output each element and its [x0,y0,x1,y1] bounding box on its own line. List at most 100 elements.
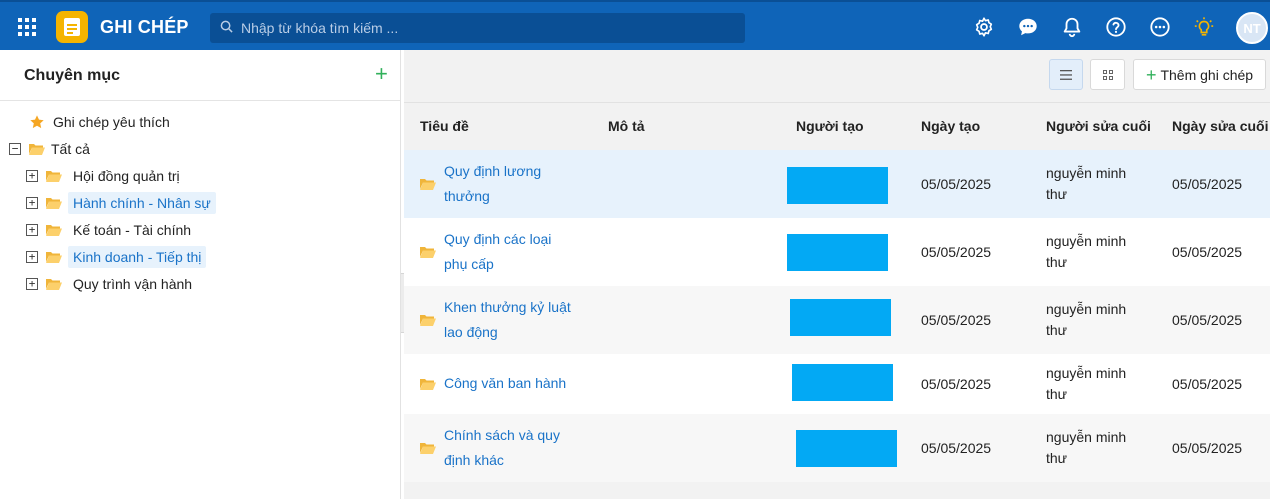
search-icon [220,20,233,36]
column-header-creator[interactable]: Người tạo [796,118,864,134]
folder-open-icon [420,443,436,454]
chat-icon[interactable] [1017,16,1039,38]
folder-open-icon [420,247,436,258]
tree-item-category-2[interactable]: + Kế toán - Tài chính [26,217,196,243]
tree-item-category-4[interactable]: + Quy trình vận hành [26,271,197,297]
last-editor: nguyễn minh thư [1046,363,1126,405]
last-editor-line: thư [1046,254,1068,270]
expand-toggle[interactable]: + [26,197,38,209]
last-editor-line: nguyễn minh [1046,301,1127,317]
column-header-created-date[interactable]: Ngày tạo [921,118,980,134]
created-date: 05/05/2025 [921,440,992,456]
tree-item-all[interactable]: − Tất cả [9,136,95,162]
tree-item-label: Hội đồng quản trị [73,168,180,184]
table-row[interactable]: Khen thưởng kỷ luật lao động 05/05/2025 … [404,286,1270,354]
table-row[interactable]: Công văn ban hành 05/05/2025 nguyễn minh… [404,354,1270,414]
grid-view-button[interactable] [1090,59,1125,90]
sidebar-title: Chuyên mục [24,67,121,84]
search-input[interactable] [241,20,721,36]
column-header-title[interactable]: Tiêu đề [420,118,469,134]
last-editor-line: thư [1046,386,1068,402]
note-title-link[interactable]: Chính sách và quy định khác [444,423,560,473]
creator-redacted [787,167,888,204]
folder-open-icon [420,179,436,190]
sidebar-header: Chuyên mục + [0,50,400,101]
creator-redacted [790,299,891,336]
last-editor-line: nguyễn minh [1046,165,1127,181]
last-editor-line: thư [1046,322,1068,338]
grid-icon [1102,69,1113,80]
bell-icon[interactable] [1061,16,1083,38]
folder-open-icon [29,144,45,155]
creator-redacted [792,364,893,401]
note-title-line: Chính sách và quy [444,427,560,443]
folder-open-icon [46,225,62,236]
folder-open-icon [46,198,62,209]
top-bar: GHI CHÉP NT [0,0,1270,50]
column-header-last-editor[interactable]: Người sửa cuối [1046,118,1151,134]
expand-toggle[interactable]: + [26,278,38,290]
note-title-line: thưởng [444,188,490,204]
list-view-button[interactable] [1049,59,1083,90]
expand-toggle[interactable]: + [26,170,38,182]
expand-toggle[interactable]: + [26,224,38,236]
note-title-line: định khác [444,452,504,468]
tree-item-label: Ghi chép yêu thích [53,114,170,130]
last-editor-line: nguyễn minh [1046,365,1127,381]
last-editor-line: nguyễn minh [1046,233,1127,249]
user-avatar[interactable]: NT [1236,12,1268,44]
notes-logo-icon[interactable] [56,11,88,43]
tree-item-label: Hành chính - Nhân sự [68,192,216,214]
column-header-modified-date[interactable]: Ngày sửa cuối [1172,118,1269,134]
add-note-button[interactable]: + Thêm ghi chép [1133,59,1266,90]
note-title-link[interactable]: Khen thưởng kỷ luật lao động [444,295,571,345]
list-icon [1060,69,1072,80]
last-editor: nguyễn minh thư [1046,231,1126,273]
search-box[interactable] [210,13,745,43]
modified-date: 05/05/2025 [1172,244,1243,260]
table-row[interactable]: Quy định các loại phụ cấp 05/05/2025 ngu… [404,218,1270,286]
folder-open-icon [420,379,436,390]
last-editor-line: thư [1046,450,1068,466]
note-title-link[interactable]: Quy định lương thưởng [444,159,541,209]
category-sidebar: Chuyên mục + Ghi chép yêu thích − Tất cả… [0,50,401,499]
folder-open-icon [46,171,62,182]
tree-item-label: Kế toán - Tài chính [73,222,192,238]
tree-item-favorites[interactable]: Ghi chép yêu thích [29,109,175,135]
note-title-link[interactable]: Công văn ban hành [444,371,566,396]
note-title-link[interactable]: Quy định các loại phụ cấp [444,227,551,277]
created-date: 05/05/2025 [921,312,992,328]
table-row[interactable]: Quy định lương thưởng 05/05/2025 nguyễn … [404,150,1270,218]
creator-redacted [796,430,897,467]
folder-open-icon [420,315,436,326]
tree-item-category-0[interactable]: + Hội đồng quản trị [26,163,185,189]
note-title-line: lao động [444,324,498,340]
column-header-description[interactable]: Mô tả [608,118,645,134]
note-title-line: Quy định các loại [444,231,552,247]
modified-date: 05/05/2025 [1172,176,1243,192]
app-launcher-icon[interactable] [18,18,36,36]
help-icon[interactable] [1105,16,1127,38]
more-options-icon[interactable] [1149,16,1171,38]
star-icon [29,114,45,130]
app-title: GHI CHÉP [100,17,189,37]
add-note-label: Thêm ghi chép [1160,66,1254,83]
modified-date: 05/05/2025 [1172,376,1243,392]
add-category-button[interactable]: + [375,63,388,85]
notes-panel: + Thêm ghi chép Tiêu đề Mô tả Người tạo … [404,50,1270,499]
table-row[interactable]: Chính sách và quy định khác 05/05/2025 n… [404,414,1270,482]
collapse-toggle[interactable]: − [9,143,21,155]
folder-open-icon [46,252,62,263]
gear-icon[interactable] [973,16,995,38]
idea-icon[interactable] [1193,16,1215,38]
expand-toggle[interactable]: + [26,251,38,263]
created-date: 05/05/2025 [921,376,992,392]
last-editor-line: nguyễn minh [1046,429,1127,445]
modified-date: 05/05/2025 [1172,440,1243,456]
last-editor-line: thư [1046,186,1068,202]
tree-item-label: Quy trình vận hành [73,276,193,292]
tree-item-category-1[interactable]: + Hành chính - Nhân sự [26,190,216,216]
tree-item-category-3[interactable]: + Kinh doanh - Tiếp thị [26,244,207,270]
note-title-line: phụ cấp [444,256,494,272]
creator-redacted [787,234,888,271]
